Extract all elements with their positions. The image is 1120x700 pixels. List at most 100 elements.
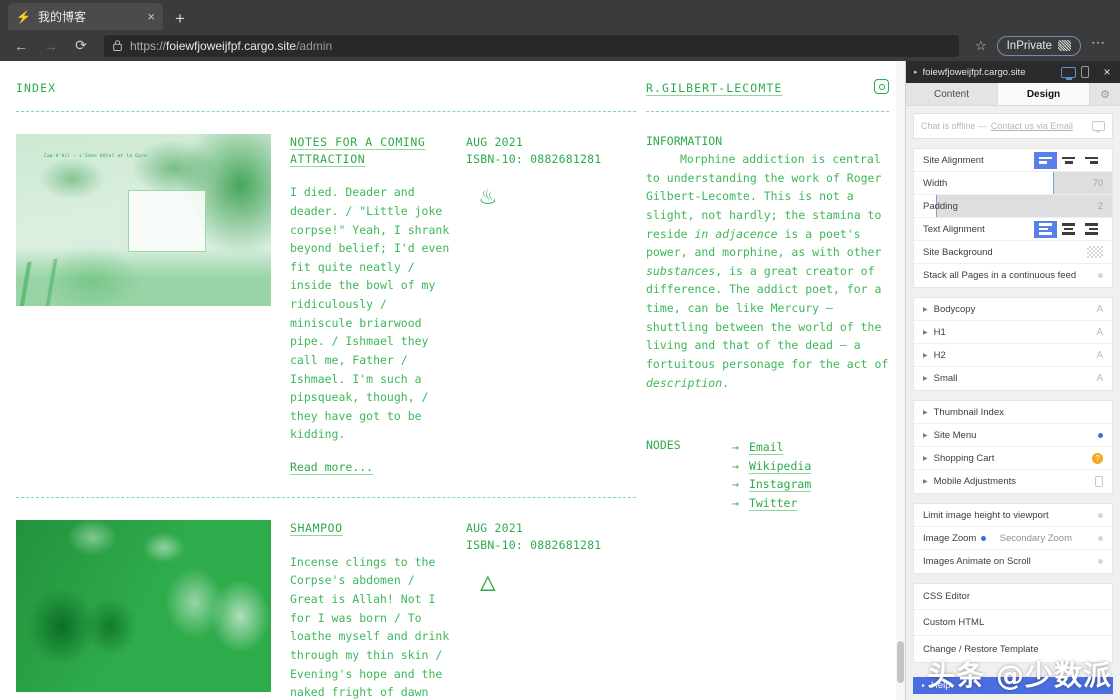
monitor-icon[interactable] xyxy=(1061,66,1076,80)
align-left-icon[interactable] xyxy=(1034,151,1057,169)
postcard-image: Cap-d'Ail — L'Eden Hôtel et la Gare xyxy=(16,134,271,306)
align-center-icon[interactable] xyxy=(1057,152,1080,169)
site-menu-row[interactable]: ▶ Site Menu xyxy=(914,424,1112,447)
chevron-right-icon: ▸ xyxy=(922,683,926,689)
limit-image-height-toggle[interactable] xyxy=(1098,512,1103,518)
info-em2: substances xyxy=(646,263,716,278)
secondary-zoom-toggle[interactable] xyxy=(1098,535,1103,541)
contact-email-link[interactable]: Contact us via Email xyxy=(991,121,1073,131)
font-glyph-icon: A xyxy=(1096,349,1103,361)
article-title[interactable]: SHAMPOO xyxy=(290,520,456,537)
chevron-right-icon[interactable]: ▸ xyxy=(914,68,918,76)
lightning-icon: ⚡ xyxy=(16,9,31,24)
more-menu-icon[interactable]: ⋯ xyxy=(1085,34,1112,57)
limit-image-height-row[interactable]: Limit image height to viewport xyxy=(914,504,1112,527)
close-icon[interactable]: × xyxy=(1094,61,1120,83)
inprivate-badge[interactable]: InPrivate xyxy=(996,35,1081,56)
width-label: Width xyxy=(923,177,948,189)
limit-image-height-label: Limit image height to viewport xyxy=(923,509,1049,521)
tab-content[interactable]: Content xyxy=(906,83,998,105)
phone-icon[interactable] xyxy=(1081,66,1089,78)
width-slider-row[interactable]: Width 70 xyxy=(914,172,1112,195)
node-link-instagram[interactable]: Instagram xyxy=(749,475,811,494)
close-icon[interactable]: × xyxy=(147,9,155,24)
article-row: Cap-d'Ail — L'Eden Hôtel et la Gare NOTE… xyxy=(16,134,636,475)
chat-status-box: Chat is offline — Contact us via Email xyxy=(913,113,1113,139)
chat-bubble-icon[interactable] xyxy=(1092,121,1105,133)
small-label: Small xyxy=(933,373,958,384)
instagram-icon[interactable] xyxy=(874,79,889,94)
images-animate-toggle[interactable] xyxy=(1098,559,1103,564)
shopping-cart-row[interactable]: ▶ Shopping Cart ? xyxy=(914,447,1112,470)
favorite-star-icon[interactable]: ☆ xyxy=(969,38,993,54)
chevron-right-icon: ▶ xyxy=(923,455,928,462)
phone-icon[interactable] xyxy=(1095,476,1103,487)
chevron-right-icon: ▶ xyxy=(923,409,928,416)
padding-slider-row[interactable]: Padding 2 xyxy=(914,195,1112,218)
list-item[interactable]: → Twitter xyxy=(732,494,811,513)
css-editor-row[interactable]: CSS Editor xyxy=(914,584,1112,610)
list-item[interactable]: → Wikipedia xyxy=(732,457,811,476)
address-bar[interactable]: https://foiewfjoweijfpf.cargo.site/admin xyxy=(104,34,959,57)
reload-icon[interactable]: ⟳ xyxy=(68,34,94,58)
scrollbar-thumb[interactable] xyxy=(897,641,904,683)
chevron-right-icon: ▶ xyxy=(923,329,928,336)
stack-pages-row[interactable]: Stack all Pages in a continuous feed xyxy=(914,264,1112,287)
node-link-twitter[interactable]: Twitter xyxy=(749,494,797,513)
text-align-left-icon[interactable] xyxy=(1034,220,1057,238)
site-menu-toggle[interactable] xyxy=(1098,432,1103,438)
h2-label: H2 xyxy=(933,349,946,361)
text-align-right-icon[interactable] xyxy=(1080,221,1103,238)
site-background-row[interactable]: Site Background xyxy=(914,241,1112,264)
new-tab-button[interactable]: + xyxy=(163,10,195,30)
gear-icon[interactable]: ⚙ xyxy=(1090,83,1120,105)
custom-html-row[interactable]: Custom HTML xyxy=(914,610,1112,636)
design-settings-group: Site Alignment Width 70 Padding 2 Text A… xyxy=(913,148,1113,288)
node-link-email[interactable]: Email xyxy=(749,438,784,457)
list-item[interactable]: → Email xyxy=(732,438,811,457)
article-thumbnail[interactable]: Cap-d'Ail — L'Eden Hôtel et la Gare xyxy=(16,134,271,475)
article-meta: AUG 2021 ISBN-10: 0882681281 ♨ xyxy=(456,134,636,475)
nodes-list: → Email → Wikipedia → Instagram → Twitter xyxy=(732,438,811,513)
chevron-right-icon: ▶ xyxy=(923,376,928,382)
stack-pages-toggle[interactable] xyxy=(1098,273,1103,278)
nodes-heading: NODES xyxy=(646,438,681,453)
list-item[interactable]: → Instagram xyxy=(732,475,811,494)
text-align-center-icon[interactable] xyxy=(1057,221,1080,238)
divider xyxy=(646,111,889,112)
page-scrollbar[interactable] xyxy=(896,61,905,700)
url-text: https://foiewfjoweijfpf.cargo.site/admin xyxy=(130,39,332,53)
code-group: CSS Editor Custom HTML Change / Restore … xyxy=(913,583,1113,663)
help-badge-icon[interactable]: ? xyxy=(1092,452,1103,464)
postcard-caption: Cap-d'Ail — L'Eden Hôtel et la Gare xyxy=(44,154,148,159)
divider xyxy=(16,497,636,499)
url-scheme: https:// xyxy=(130,38,167,53)
bodycopy-row[interactable]: ▶ Bodycopy A xyxy=(914,298,1112,321)
font-glyph-icon: A xyxy=(1096,326,1103,338)
forward-icon[interactable]: → xyxy=(38,34,64,58)
article-title[interactable]: NOTES FOR A COMING ATTRACTION xyxy=(290,134,456,167)
site-title[interactable]: R.GILBERT-LECOMTE xyxy=(646,81,782,111)
chevron-right-icon: ▶ xyxy=(923,479,928,485)
read-more-link[interactable]: Read more... xyxy=(290,460,373,474)
info-em3: description xyxy=(646,375,723,390)
article-thumbnail[interactable] xyxy=(16,520,271,700)
tab-design[interactable]: Design xyxy=(998,83,1090,105)
back-icon[interactable]: ← xyxy=(8,34,34,58)
small-row[interactable]: ▶ Small A xyxy=(914,367,1112,390)
panel-body: Chat is offline — Contact us via Email S… xyxy=(906,106,1120,663)
bodycopy-label: Bodycopy xyxy=(933,303,976,315)
transparency-swatch[interactable] xyxy=(1087,246,1103,258)
thumbnail-index-row[interactable]: ▶ Thumbnail Index xyxy=(914,401,1112,424)
article-text: Incense clings to the Corpse's abdomen /… xyxy=(290,554,450,700)
h1-row[interactable]: ▶ H1 A xyxy=(914,321,1112,344)
h2-row[interactable]: ▶ H2 A xyxy=(914,344,1112,367)
node-link-wikipedia[interactable]: Wikipedia xyxy=(749,457,811,476)
browser-tab[interactable]: ⚡ 我的博客 × xyxy=(8,3,163,30)
shopping-cart-label: Shopping Cart xyxy=(933,452,995,464)
image-zoom-row[interactable]: Image Zoom Secondary Zoom xyxy=(914,527,1112,550)
url-path: /admin xyxy=(296,38,333,53)
mobile-adjustments-row[interactable]: ▶ Mobile Adjustments xyxy=(914,470,1112,493)
images-animate-row[interactable]: Images Animate on Scroll xyxy=(914,550,1112,573)
align-right-icon[interactable] xyxy=(1080,152,1103,169)
